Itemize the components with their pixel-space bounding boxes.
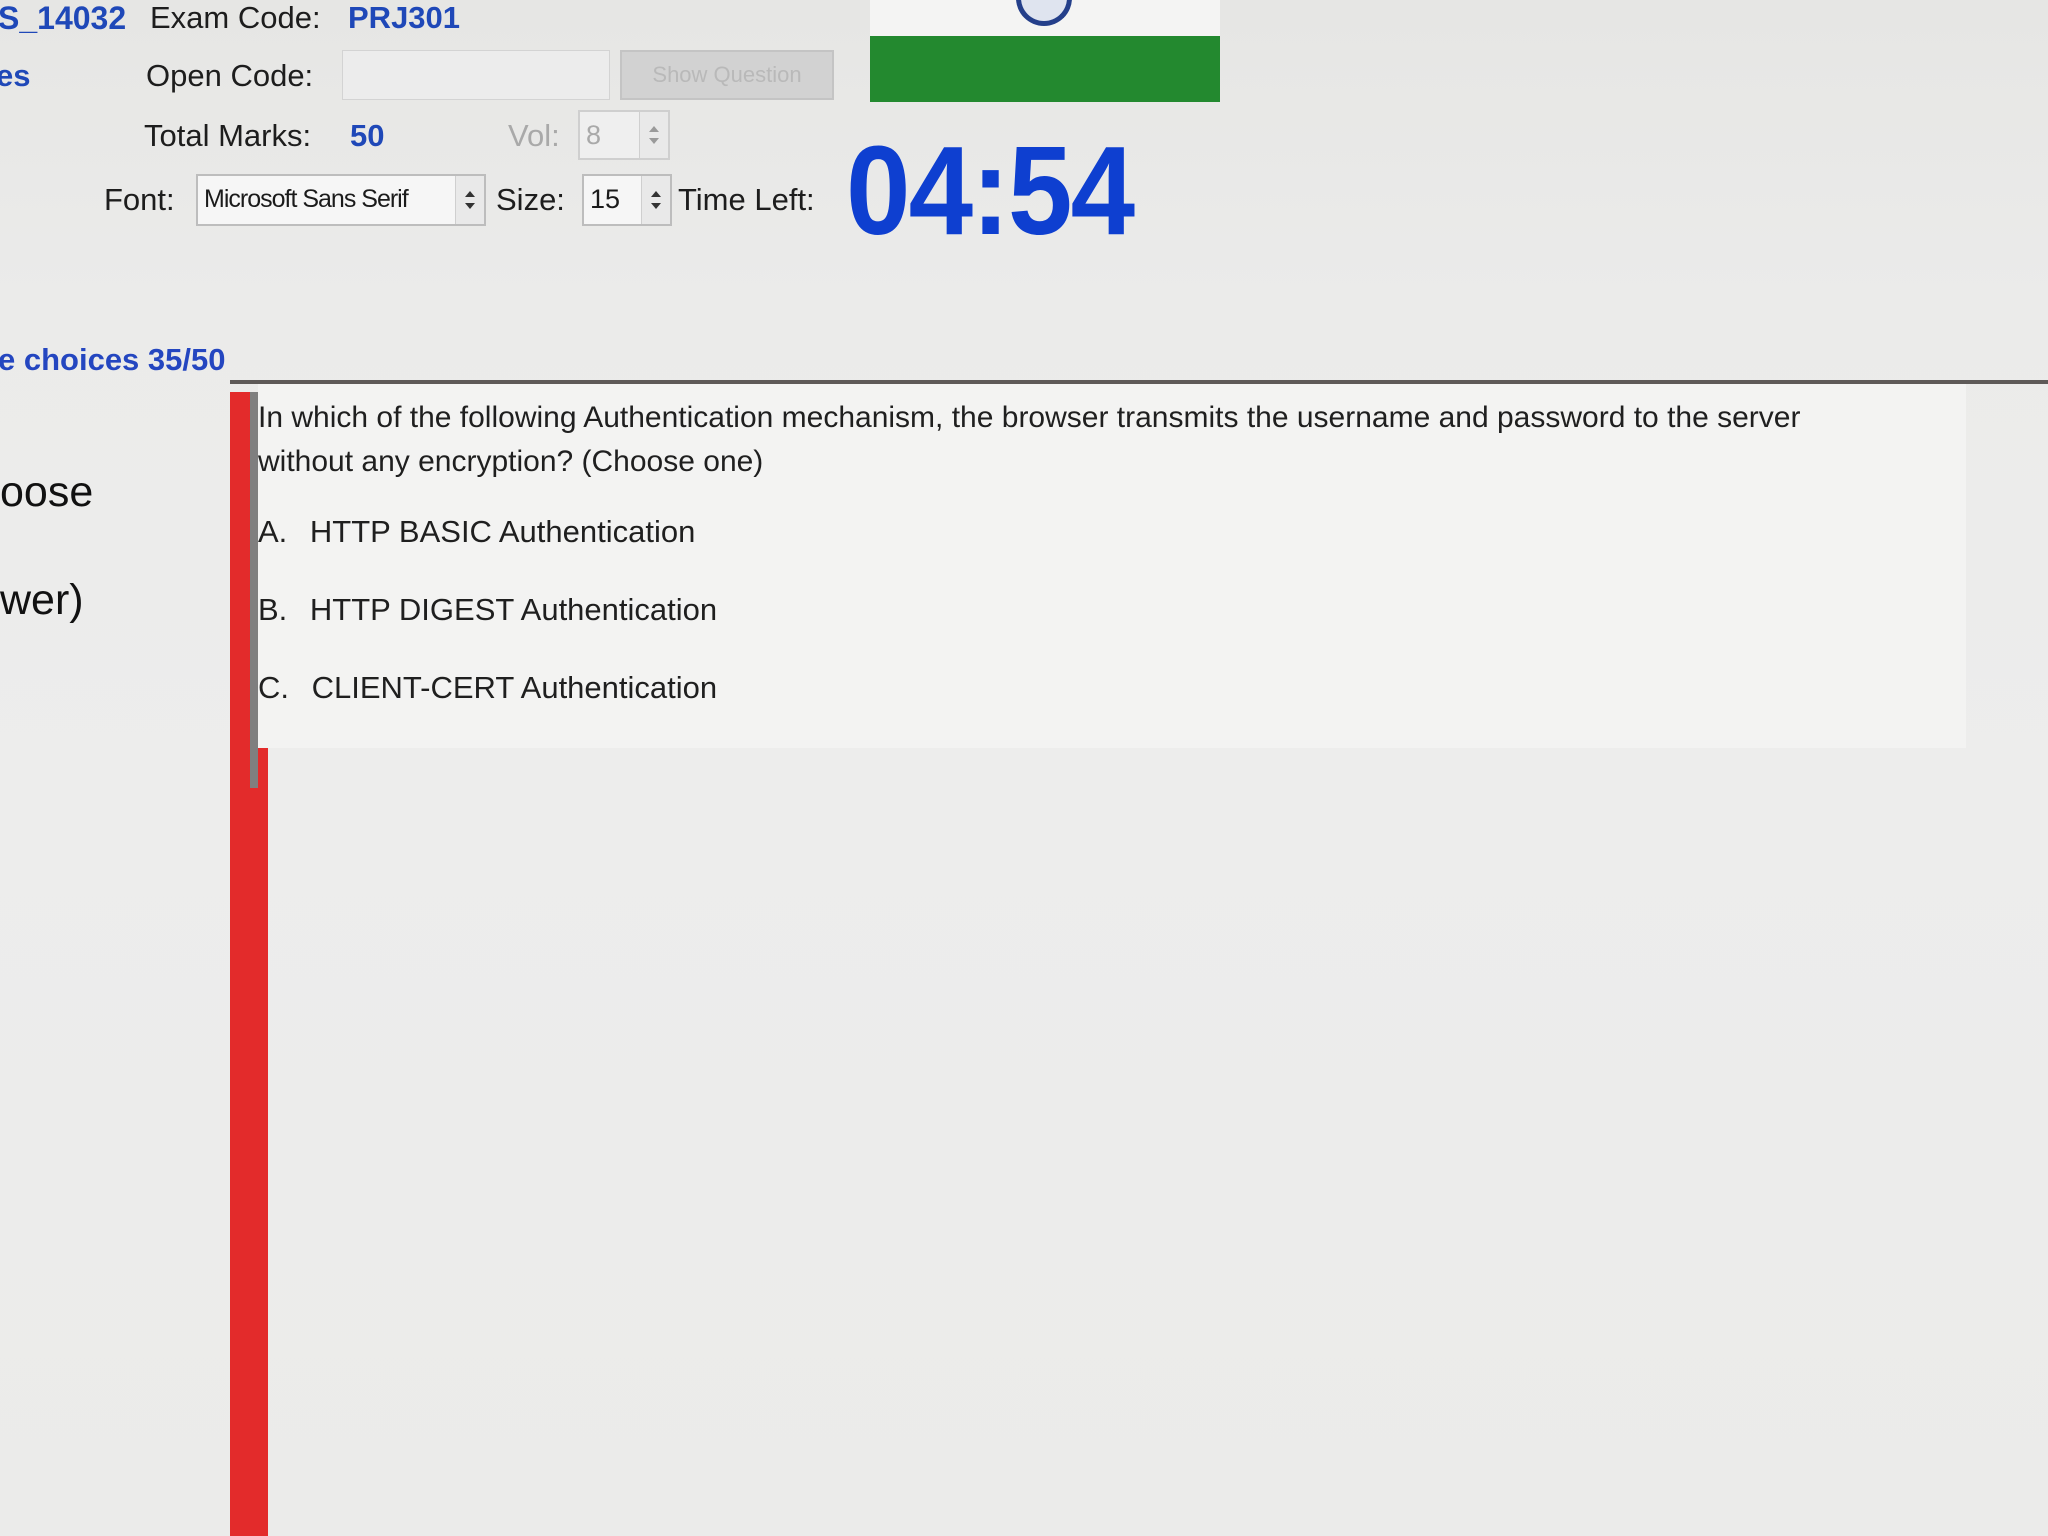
open-code-label: Open Code: <box>146 58 314 93</box>
option-a: A. HTTP BASIC Authentication <box>258 514 695 550</box>
vol-value: 8 <box>586 120 602 150</box>
question-text: In which of the following Authentication… <box>258 401 1801 478</box>
size-stepper[interactable]: 15 <box>582 174 672 226</box>
option-c-text: CLIENT-CERT Authentication <box>311 670 718 705</box>
countdown-timer: 04:54 <box>846 120 1135 261</box>
total-marks-value: 50 <box>350 118 385 153</box>
open-code-input[interactable] <box>342 50 610 100</box>
size-value: 15 <box>590 184 621 214</box>
font-selector-arrows[interactable] <box>455 176 484 224</box>
exam-code-value: PRJ301 <box>348 0 461 35</box>
option-b: B. HTTP DIGEST Authentication <box>258 592 717 628</box>
font-value: Microsoft Sans Serif <box>204 185 409 213</box>
vol-stepper-arrows[interactable] <box>639 112 668 158</box>
vol-stepper[interactable]: 8 <box>578 110 670 160</box>
font-label: Font: <box>104 182 175 217</box>
status-indicator-bar <box>870 36 1220 102</box>
option-c: C. CLIENT-CERT Authentication <box>258 670 717 706</box>
option-b-letter: B. <box>258 592 288 627</box>
answer-instruction-line1: oose <box>0 468 94 516</box>
question-progress: e choices 35/50 <box>0 342 226 377</box>
total-marks-label: Total Marks: <box>144 118 312 153</box>
option-a-text: HTTP BASIC Authentication <box>309 514 696 549</box>
left-partial-label: es <box>0 58 31 93</box>
size-label: Size: <box>496 182 565 217</box>
student-id: S_14032 <box>0 0 127 36</box>
exam-client-window: S_14032 Exam Code: PRJ301 es Open Code: … <box>0 0 2048 1536</box>
arrow-up-icon[interactable] <box>465 191 475 197</box>
vol-label: Vol: <box>508 118 560 153</box>
arrow-down-icon[interactable] <box>465 203 475 209</box>
option-c-letter: C. <box>258 670 289 705</box>
arrow-up-icon[interactable] <box>651 191 661 197</box>
arrow-down-icon[interactable] <box>649 138 659 144</box>
answer-instruction-line2: wer) <box>0 576 84 624</box>
arrow-up-icon[interactable] <box>649 126 659 132</box>
option-a-letter: A. <box>258 514 288 549</box>
font-selector[interactable]: Microsoft Sans Serif <box>196 174 486 226</box>
question-panel-edge <box>250 392 258 788</box>
size-stepper-arrows[interactable] <box>641 176 670 224</box>
question-panel: In which of the following Authentication… <box>258 384 1966 748</box>
time-left-label: Time Left: <box>678 182 815 217</box>
show-question-button[interactable]: Show Question <box>620 50 834 100</box>
exam-code-label: Exam Code: <box>150 0 321 35</box>
arrow-down-icon[interactable] <box>651 203 661 209</box>
option-b-text: HTTP DIGEST Authentication <box>309 592 718 627</box>
